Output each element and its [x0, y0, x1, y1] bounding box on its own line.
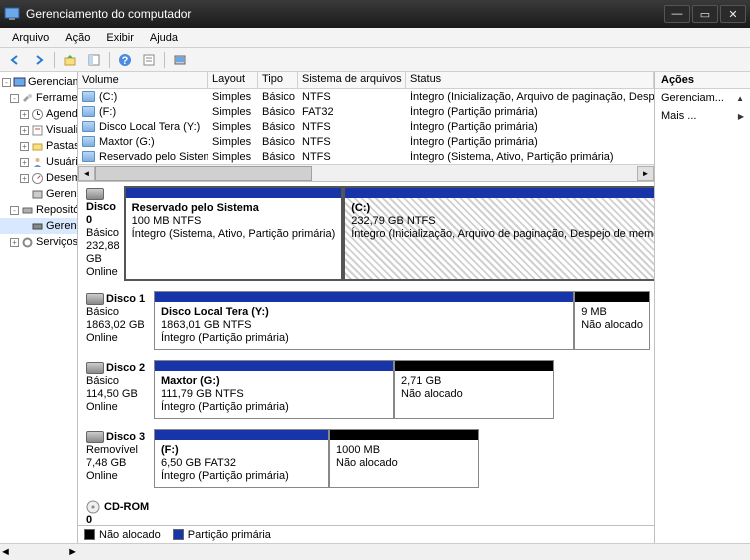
navigation-tree[interactable]: -Gerenciamento -Ferramentas +Agendador +…	[0, 72, 78, 543]
tree-eventviewer[interactable]: +Visualizador	[0, 122, 77, 138]
back-button[interactable]	[4, 50, 26, 70]
actions-item-more[interactable]: Mais ...▶	[655, 107, 750, 125]
menu-bar: Arquivo Ação Exibir Ajuda	[0, 28, 750, 48]
tree-storage[interactable]: -Repositório	[0, 202, 77, 218]
minimize-button[interactable]: —	[664, 5, 690, 23]
chevron-right-icon: ▶	[738, 112, 744, 121]
tree-diskmgmt[interactable]: Gerenciamento	[0, 218, 77, 234]
col-layout[interactable]: Layout	[208, 72, 258, 88]
partition-unallocated[interactable]: 1000 MBNão alocado	[329, 429, 479, 488]
tree-scheduler[interactable]: +Agendador	[0, 106, 77, 122]
disk-row-0[interactable]: Disco 0 Básico 232,88 GB Online Reservad…	[82, 186, 650, 281]
disk-info: Disco 0 Básico 232,88 GB Online	[82, 186, 124, 281]
volume-icon	[82, 136, 95, 147]
volume-icon	[82, 151, 95, 162]
partition-c[interactable]: (C:)232,79 GB NTFSÍntegro (Inicialização…	[343, 186, 654, 281]
scroll-right-icon[interactable]: ►	[67, 546, 78, 558]
properties-button[interactable]	[138, 50, 160, 70]
disk-icon	[86, 188, 104, 200]
tree-users[interactable]: +Usuários	[0, 154, 77, 170]
close-button[interactable]: ✕	[720, 5, 746, 23]
partition-system-reserved[interactable]: Reservado pelo Sistema100 MB NTFSÍntegro…	[124, 186, 344, 281]
volume-row[interactable]: Maxtor (G:)SimplesBásicoNTFSÍntegro (Par…	[78, 134, 654, 149]
window-title: Gerenciamento do computador	[26, 7, 662, 21]
partition-g[interactable]: Maxtor (G:)111,79 GB NTFSÍntegro (Partiç…	[154, 360, 394, 419]
actions-panel: Ações Gerenciam...▲ Mais ...▶	[655, 72, 750, 543]
window-titlebar: Gerenciamento do computador — ▭ ✕	[0, 0, 750, 28]
disk-info: Disco 1 Básico 1863,02 GB Online	[82, 291, 154, 350]
disk-row-1[interactable]: Disco 1 Básico 1863,02 GB Online Disco L…	[82, 291, 650, 350]
app-icon	[4, 6, 20, 22]
scroll-right-button[interactable]: ►	[637, 166, 654, 181]
volume-row[interactable]: (C:)SimplesBásicoNTFSÍntegro (Inicializa…	[78, 89, 654, 104]
volume-row[interactable]: Reservado pelo SistemaSimplesBásicoNTFSÍ…	[78, 149, 654, 164]
list-scrollbar[interactable]: ◄ ►	[78, 164, 654, 181]
tree-tools[interactable]: -Ferramentas	[0, 90, 77, 106]
refresh-button[interactable]	[169, 50, 191, 70]
toolbar: ?	[0, 48, 750, 72]
legend-swatch-unallocated	[84, 529, 95, 540]
legend-primary: Partição primária	[188, 529, 271, 541]
maximize-button[interactable]: ▭	[692, 5, 718, 23]
menu-view[interactable]: Exibir	[98, 30, 142, 46]
volume-row[interactable]: (F:)SimplesBásicoFAT32Íntegro (Partição …	[78, 104, 654, 119]
cdrom-icon	[86, 500, 104, 514]
scroll-thumb[interactable]	[95, 166, 312, 181]
forward-button[interactable]	[28, 50, 50, 70]
legend-unallocated: Não alocado	[99, 529, 161, 541]
disk-icon	[86, 293, 104, 305]
help-button[interactable]: ?	[114, 50, 136, 70]
partition-unallocated[interactable]: 9 MBNão alocado	[574, 291, 650, 350]
col-status[interactable]: Status	[406, 72, 654, 88]
legend: Não alocado Partição primária	[78, 525, 654, 543]
disk-row-cdrom[interactable]: CD-ROM 0 DVD (D:) Nenhuma mídia	[82, 498, 650, 525]
disk-icon	[86, 362, 104, 374]
tree-devmgr[interactable]: Gerenciador	[0, 186, 77, 202]
menu-action[interactable]: Ação	[57, 30, 98, 46]
tree-shared[interactable]: +Pastas	[0, 138, 77, 154]
volume-icon	[82, 91, 95, 102]
disk-icon	[86, 431, 104, 443]
disk-row-3[interactable]: Disco 3 Removível 7,48 GB Online (F:)6,5…	[82, 429, 650, 488]
disk-graphical-view[interactable]: Disco 0 Básico 232,88 GB Online Reservad…	[78, 182, 654, 525]
volume-list-header[interactable]: Volume Layout Tipo Sistema de arquivos S…	[78, 72, 654, 89]
volume-icon	[82, 121, 95, 132]
tree-root[interactable]: -Gerenciamento	[0, 74, 77, 90]
chevron-up-icon: ▲	[736, 94, 744, 103]
actions-header: Ações	[655, 72, 750, 89]
scroll-left-icon[interactable]: ◄	[0, 546, 11, 558]
partition-y[interactable]: Disco Local Tera (Y:)1863,01 GB NTFSÍnte…	[154, 291, 574, 350]
volume-icon	[82, 106, 95, 117]
volume-list[interactable]: Volume Layout Tipo Sistema de arquivos S…	[78, 72, 654, 182]
tree-services[interactable]: +Serviços e	[0, 234, 77, 250]
partition-unallocated[interactable]: 2,71 GBNão alocado	[394, 360, 554, 419]
disk-info: CD-ROM 0 DVD (D:) Nenhuma mídia	[82, 498, 154, 525]
actions-item-manage[interactable]: Gerenciam...▲	[655, 89, 750, 107]
show-hide-button[interactable]	[83, 50, 105, 70]
col-filesystem[interactable]: Sistema de arquivos	[298, 72, 406, 88]
col-type[interactable]: Tipo	[258, 72, 298, 88]
disk-row-2[interactable]: Disco 2 Básico 114,50 GB Online Maxtor (…	[82, 360, 650, 419]
menu-file[interactable]: Arquivo	[4, 30, 57, 46]
col-volume[interactable]: Volume	[78, 72, 208, 88]
partition-f[interactable]: (F:)6,50 GB FAT32Íntegro (Partição primá…	[154, 429, 329, 488]
disk-info: Disco 3 Removível 7,48 GB Online	[82, 429, 154, 488]
up-button[interactable]	[59, 50, 81, 70]
legend-swatch-primary	[173, 529, 184, 540]
svg-text:?: ?	[122, 55, 129, 67]
scroll-left-button[interactable]: ◄	[78, 166, 95, 181]
volume-row[interactable]: Disco Local Tera (Y:)SimplesBásicoNTFSÍn…	[78, 119, 654, 134]
tree-perf[interactable]: +Desempenho	[0, 170, 77, 186]
disk-info: Disco 2 Básico 114,50 GB Online	[82, 360, 154, 419]
menu-help[interactable]: Ajuda	[142, 30, 186, 46]
